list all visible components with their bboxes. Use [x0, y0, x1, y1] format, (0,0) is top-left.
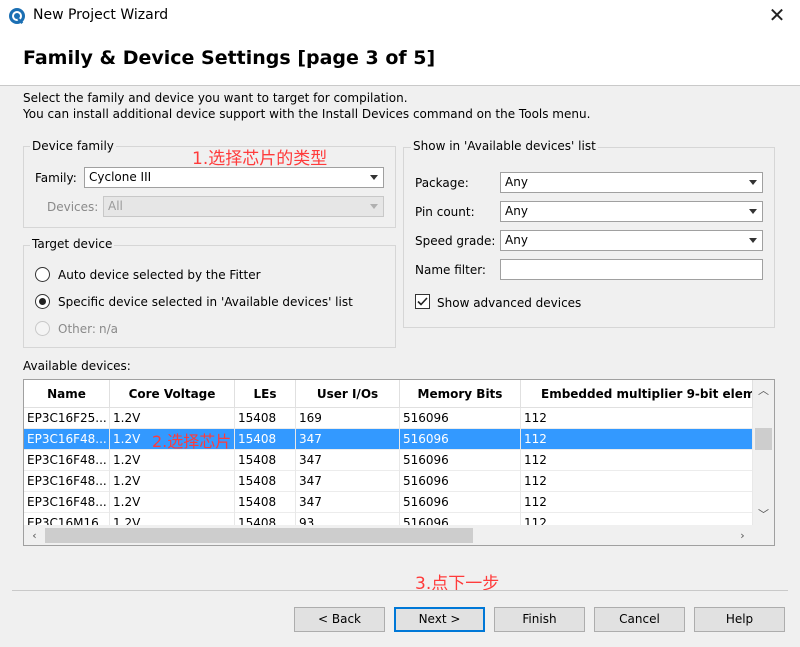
- column-header-core-voltage[interactable]: Core Voltage: [110, 380, 235, 408]
- cell-les: 15408: [235, 408, 296, 429]
- family-dropdown-value: Cyclone III: [89, 170, 152, 184]
- pin-count-dropdown-value: Any: [505, 204, 528, 218]
- other-device-value: n/a: [99, 322, 119, 336]
- name-filter-input[interactable]: [500, 259, 763, 280]
- cell-les: 15408: [235, 450, 296, 471]
- cell-embedded-multiplier: 112: [521, 429, 753, 450]
- cell-name: EP3C16F48...: [24, 471, 110, 492]
- cell-user-ios: 347: [296, 450, 400, 471]
- pin-count-dropdown[interactable]: Any: [500, 201, 763, 222]
- scroll-up-icon[interactable]: ︿: [755, 382, 772, 399]
- speed-grade-label: Speed grade:: [415, 234, 496, 248]
- help-button[interactable]: Help: [694, 607, 785, 632]
- cell-user-ios: 347: [296, 429, 400, 450]
- quartus-app-icon: [9, 8, 25, 25]
- column-header-les[interactable]: LEs: [235, 380, 296, 408]
- devices-dropdown: All: [103, 196, 384, 217]
- chevron-down-icon: [749, 238, 757, 243]
- scroll-right-icon[interactable]: ›: [734, 527, 751, 544]
- target-device-group-label: Target device: [30, 237, 115, 251]
- scroll-down-icon[interactable]: ﹀: [755, 506, 772, 523]
- cell-les: 15408: [235, 492, 296, 513]
- show-advanced-label: Show advanced devices: [437, 296, 582, 310]
- show-advanced-checkbox[interactable]: [415, 294, 430, 309]
- other-device-radio: [35, 321, 50, 336]
- column-header-memory-bits[interactable]: Memory Bits: [400, 380, 521, 408]
- finish-button[interactable]: Finish: [494, 607, 585, 632]
- cell-memory-bits: 516096: [400, 471, 521, 492]
- description-line-1: Select the family and device you want to…: [23, 91, 408, 105]
- cell-core-voltage: 1.2V: [110, 408, 235, 429]
- annotation-step-2: 2.选择芯片: [152, 432, 232, 451]
- cell-user-ios: 169: [296, 408, 400, 429]
- cell-memory-bits: 516096: [400, 492, 521, 513]
- horizontal-scroll-thumb[interactable]: [45, 528, 473, 543]
- cell-embedded-multiplier: 112: [521, 471, 753, 492]
- cell-embedded-multiplier: 112: [521, 450, 753, 471]
- cell-name: EP3C16F48...: [24, 450, 110, 471]
- package-dropdown-value: Any: [505, 175, 528, 189]
- checkmark-icon: [417, 297, 428, 306]
- pin-count-label: Pin count:: [415, 205, 475, 219]
- cell-core-voltage: 1.2V: [110, 471, 235, 492]
- family-dropdown[interactable]: Cyclone III: [84, 167, 384, 188]
- chevron-down-icon: [370, 204, 378, 209]
- specific-device-radio[interactable]: [35, 294, 50, 309]
- column-header-user-ios[interactable]: User I/Os: [296, 380, 400, 408]
- cell-les: 15408: [235, 429, 296, 450]
- devices-dropdown-value: All: [108, 199, 123, 213]
- vertical-scrollbar[interactable]: ︿ ﹀: [753, 380, 774, 525]
- cell-user-ios: 347: [296, 492, 400, 513]
- devices-label: Devices:: [47, 200, 99, 214]
- column-header-embedded-multiplier[interactable]: Embedded multiplier 9-bit elemen: [521, 380, 753, 408]
- column-header-name[interactable]: Name: [24, 380, 110, 408]
- cell-core-voltage: 1.2V: [110, 492, 235, 513]
- cell-memory-bits: 516096: [400, 450, 521, 471]
- package-label: Package:: [415, 176, 469, 190]
- table-row-selected[interactable]: EP3C16F48... 1.2V 15408 347 516096 112: [24, 429, 754, 450]
- chevron-down-icon: [370, 175, 378, 180]
- description-line-2: You can install additional device suppor…: [23, 107, 591, 121]
- cell-core-voltage: 1.2V: [110, 450, 235, 471]
- other-device-label: Other:: [58, 322, 96, 336]
- name-filter-label: Name filter:: [415, 263, 486, 277]
- cell-memory-bits: 516096: [400, 429, 521, 450]
- auto-device-radio[interactable]: [35, 267, 50, 282]
- back-button[interactable]: < Back: [294, 607, 385, 632]
- chevron-down-icon: [749, 209, 757, 214]
- speed-grade-dropdown[interactable]: Any: [500, 230, 763, 251]
- vertical-scroll-thumb[interactable]: [755, 428, 772, 450]
- available-devices-label: Available devices:: [23, 359, 131, 373]
- available-devices-table[interactable]: Name Core Voltage LEs User I/Os Memory B…: [23, 379, 775, 546]
- close-icon[interactable]: ✕: [762, 2, 792, 30]
- cell-memory-bits: 516096: [400, 408, 521, 429]
- package-dropdown[interactable]: Any: [500, 172, 763, 193]
- speed-grade-dropdown-value: Any: [505, 233, 528, 247]
- annotation-step-1: 1.选择芯片的类型: [192, 149, 328, 169]
- horizontal-scrollbar[interactable]: ‹ ›: [24, 525, 774, 545]
- cancel-button[interactable]: Cancel: [594, 607, 685, 632]
- page-title: Family & Device Settings [page 3 of 5]: [23, 47, 436, 69]
- footer-separator: [12, 590, 788, 591]
- cell-embedded-multiplier: 112: [521, 492, 753, 513]
- scroll-left-icon[interactable]: ‹: [26, 527, 43, 544]
- table-row[interactable]: EP3C16F48... 1.2V 15408 347 516096 112: [24, 450, 754, 471]
- auto-device-label: Auto device selected by the Fitter: [58, 268, 261, 282]
- family-label: Family:: [35, 171, 77, 185]
- table-row[interactable]: EP3C16F25... 1.2V 15408 169 516096 112: [24, 408, 754, 429]
- show-in-list-group-label: Show in 'Available devices' list: [411, 139, 598, 153]
- cell-embedded-multiplier: 112: [521, 408, 753, 429]
- table-row[interactable]: EP3C16F48... 1.2V 15408 347 516096 112: [24, 492, 754, 513]
- specific-device-label: Specific device selected in 'Available d…: [58, 295, 353, 309]
- next-button[interactable]: Next >: [394, 607, 485, 632]
- cell-name: EP3C16F48...: [24, 492, 110, 513]
- cell-name: EP3C16F48...: [24, 429, 110, 450]
- cell-name: EP3C16F25...: [24, 408, 110, 429]
- cell-user-ios: 347: [296, 471, 400, 492]
- chevron-down-icon: [749, 180, 757, 185]
- window-title: New Project Wizard: [33, 7, 169, 23]
- table-row[interactable]: EP3C16F48... 1.2V 15408 347 516096 112: [24, 471, 754, 492]
- cell-les: 15408: [235, 471, 296, 492]
- device-family-group-label: Device family: [30, 139, 116, 153]
